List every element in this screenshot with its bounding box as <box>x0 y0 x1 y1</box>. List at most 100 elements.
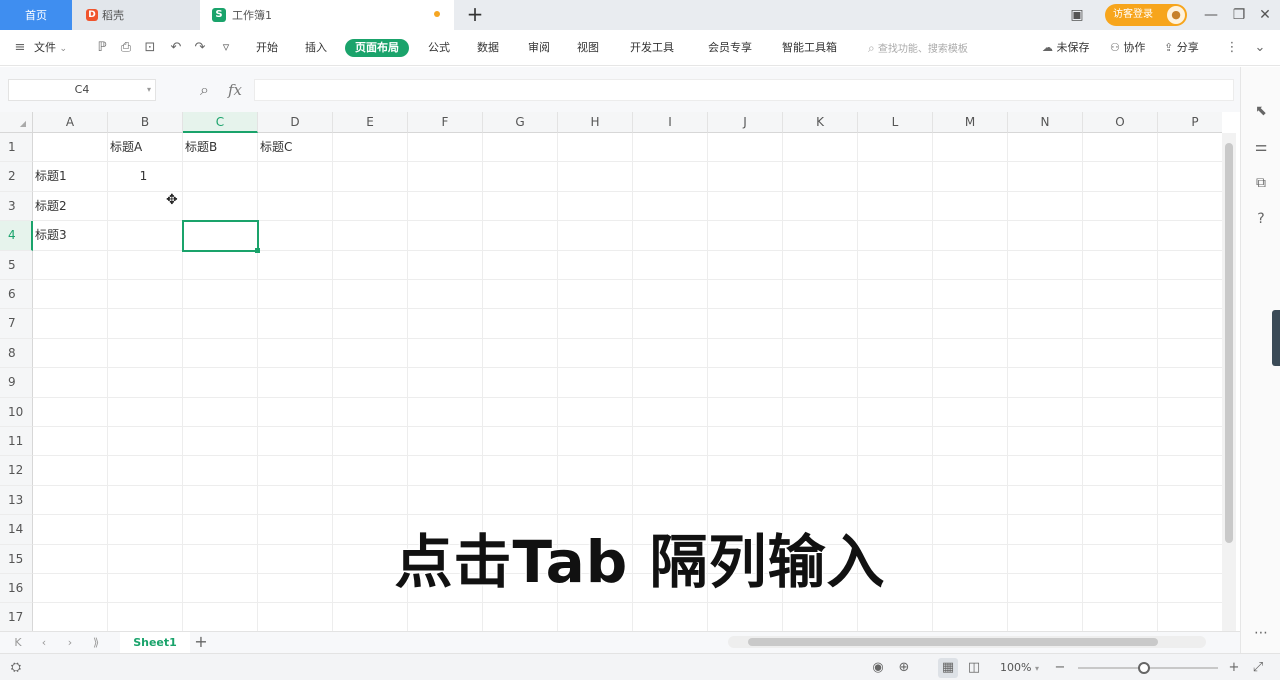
zoom-level[interactable]: 100% ▾ <box>1000 658 1039 679</box>
row-header-9[interactable]: 9 <box>0 368 33 398</box>
restore-icon[interactable]: ❐ <box>1230 5 1248 25</box>
menu-start[interactable]: 开始 <box>256 39 278 57</box>
column-header-n[interactable]: N <box>1008 112 1083 133</box>
menu-page-layout[interactable]: 页面布局 <box>345 39 409 57</box>
column-header-k[interactable]: K <box>783 112 858 133</box>
fx-icon[interactable]: fx <box>228 79 242 101</box>
tab-workbook[interactable]: S 工作簿1 <box>200 0 454 30</box>
layout-icon[interactable]: ▣ <box>1066 5 1088 25</box>
column-header-j[interactable]: J <box>708 112 783 133</box>
row-header-4[interactable]: 4 <box>0 221 33 251</box>
eye-protection-icon[interactable]: ◉ <box>868 658 888 678</box>
menu-insert[interactable]: 插入 <box>305 39 327 57</box>
menu-dev-tools[interactable]: 开发工具 <box>630 39 674 57</box>
backup-icon[interactable]: ⧉ <box>1251 173 1271 193</box>
menu-file[interactable]: 文件 ⌄ <box>34 39 67 57</box>
zoom-in-icon[interactable]: + <box>1224 658 1244 678</box>
login-button[interactable]: 访客登录 ● <box>1105 4 1187 26</box>
tab-docer[interactable]: D 稻壳 <box>72 0 200 30</box>
cell-a2[interactable]: 标题1 <box>35 162 67 191</box>
column-header-e[interactable]: E <box>333 112 408 133</box>
cell-a3[interactable]: 标题2 <box>35 192 67 221</box>
row-header-13[interactable]: 13 <box>0 485 33 516</box>
menu-member[interactable]: 会员专享 <box>708 39 752 57</box>
cell-b1[interactable]: 标题A <box>110 133 142 162</box>
cursor-icon[interactable]: ⬉ <box>1251 101 1271 121</box>
help-icon[interactable]: ? <box>1251 209 1271 229</box>
row-header-11[interactable]: 11 <box>0 427 33 457</box>
tab-home[interactable]: 首页 <box>0 0 72 30</box>
sheet-tab-sheet1[interactable]: Sheet1 <box>120 632 190 653</box>
page-break-view-icon[interactable]: ◫ <box>964 658 984 678</box>
more-icon[interactable]: ⋮ <box>1224 39 1240 57</box>
close-icon[interactable]: ✕ <box>1256 5 1274 25</box>
column-header-l[interactable]: L <box>858 112 933 133</box>
zoom-formula-icon[interactable]: ⌕ <box>200 79 209 101</box>
last-sheet-icon[interactable]: ⟫ <box>86 634 106 652</box>
macro-icon[interactable]: ⛭ <box>6 658 26 678</box>
more-dots-icon[interactable]: ⋯ <box>1251 623 1271 643</box>
minimize-icon[interactable]: — <box>1202 5 1220 25</box>
menu-data[interactable]: 数据 <box>477 39 499 57</box>
horizontal-scroll-thumb[interactable] <box>748 638 1158 646</box>
horizontal-scrollbar[interactable] <box>728 636 1206 648</box>
first-sheet-icon[interactable]: K <box>8 634 28 652</box>
hamburger-icon[interactable]: ≡ <box>12 39 28 57</box>
format-painter-icon[interactable]: ℙ <box>94 39 110 57</box>
row-header-1[interactable]: 1 <box>0 133 33 163</box>
cell-c1[interactable]: 标题B <box>185 133 217 162</box>
print-icon[interactable]: ⎙ <box>118 39 134 57</box>
settings-icon[interactable]: ⚌ <box>1251 137 1271 157</box>
menu-smart-tools[interactable]: 智能工具箱 <box>782 39 837 57</box>
side-drawer-handle[interactable] <box>1272 310 1280 366</box>
fill-handle[interactable] <box>255 247 260 253</box>
share-button[interactable]: ⇪ 分享 <box>1164 39 1199 57</box>
column-header-a[interactable]: A <box>33 112 108 133</box>
row-header-2[interactable]: 2 <box>0 162 33 192</box>
column-header-o[interactable]: O <box>1083 112 1158 133</box>
menu-view[interactable]: 视图 <box>577 39 599 57</box>
cell-b2[interactable]: 1 <box>108 162 179 191</box>
search-box[interactable]: ⌕ 查找功能、搜索模板 <box>868 39 968 57</box>
column-header-m[interactable]: M <box>933 112 1008 133</box>
column-header-p[interactable]: P <box>1158 112 1222 133</box>
add-sheet-button[interactable]: + <box>192 633 210 651</box>
column-header-d[interactable]: D <box>258 112 333 133</box>
row-header-3[interactable]: 3 <box>0 191 33 222</box>
name-box-dropdown-icon[interactable]: ▾ <box>147 80 151 100</box>
column-header-g[interactable]: G <box>483 112 558 133</box>
row-header-10[interactable]: 10 <box>0 397 33 427</box>
prev-sheet-icon[interactable]: ‹ <box>34 634 54 652</box>
cell-d1[interactable]: 标题C <box>260 133 292 162</box>
row-header-8[interactable]: 8 <box>0 338 33 369</box>
row-header-6[interactable]: 6 <box>0 280 33 310</box>
column-header-f[interactable]: F <box>408 112 483 133</box>
row-header-5[interactable]: 5 <box>0 250 33 280</box>
undo-icon[interactable]: ↶ <box>168 39 184 57</box>
column-header-c[interactable]: C <box>183 112 258 133</box>
zoom-slider[interactable] <box>1078 662 1218 674</box>
next-sheet-icon[interactable]: › <box>60 634 80 652</box>
zoom-slider-knob[interactable] <box>1138 662 1150 674</box>
cell-a4[interactable]: 标题3 <box>35 221 67 250</box>
collab-button[interactable]: ⚇ 协作 <box>1110 39 1145 57</box>
row-header-17[interactable]: 17 <box>0 603 33 632</box>
zoom-out-icon[interactable]: − <box>1050 658 1070 678</box>
redo-icon[interactable]: ↷ <box>192 39 208 57</box>
column-header-h[interactable]: H <box>558 112 633 133</box>
column-header-b[interactable]: B <box>108 112 183 133</box>
row-header-7[interactable]: 7 <box>0 309 33 339</box>
unsaved-button[interactable]: ☁ 未保存 <box>1042 39 1090 57</box>
print-preview-icon[interactable]: ⊡ <box>142 39 158 57</box>
crosshair-icon[interactable]: ⊕ <box>894 658 914 678</box>
menu-formula[interactable]: 公式 <box>428 39 450 57</box>
new-tab-button[interactable]: + <box>464 2 486 26</box>
column-header-i[interactable]: I <box>633 112 708 133</box>
active-cell-selection[interactable] <box>182 220 259 252</box>
collapse-ribbon-icon[interactable]: ⌄ <box>1252 39 1268 57</box>
customize-icon[interactable]: ▿ <box>218 39 234 57</box>
normal-view-icon[interactable]: ▦ <box>938 658 958 678</box>
name-box[interactable]: C4 ▾ <box>8 79 156 101</box>
fullscreen-icon[interactable]: ⤢ <box>1248 658 1268 678</box>
row-header-12[interactable]: 12 <box>0 456 33 486</box>
